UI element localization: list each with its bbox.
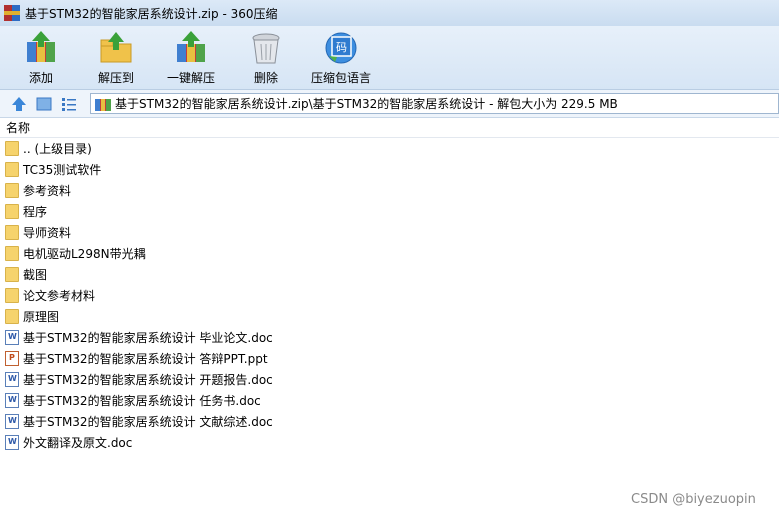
archive-language-label: 压缩包语言 [310, 71, 371, 85]
word-doc-icon [5, 330, 19, 345]
list-item-label: 截图 [23, 268, 48, 282]
list-item-label: 基于STM32的智能家居系统设计 开题报告.doc [23, 373, 273, 387]
file-list: .. (上级目录) TC35测试软件 参考资料 程序 导师资料 电机驱动L298… [0, 138, 779, 453]
list-item[interactable]: 基于STM32的智能家居系统设计 开题报告.doc [0, 369, 779, 390]
watermark: CSDN @biyezuopin [631, 492, 756, 507]
extract-to-label: 解压到 [97, 71, 134, 85]
extract-to-button[interactable]: 解压到 [78, 30, 154, 88]
archive-language-button[interactable]: 码 压缩包语言 [303, 30, 379, 88]
list-item-label: 原理图 [23, 310, 60, 324]
list-item[interactable]: 参考资料 [0, 180, 779, 201]
delete-trash-icon [248, 30, 284, 66]
column-header-name[interactable]: 名称 [0, 118, 779, 138]
list-view-icon[interactable] [61, 96, 77, 112]
address-path-text: 基于STM32的智能家居系统设计.zip\基于STM32的智能家居系统设计 - … [115, 97, 618, 111]
large-icons-view-icon[interactable] [36, 96, 52, 112]
list-item[interactable]: 导师资料 [0, 222, 779, 243]
folder-icon [5, 204, 19, 219]
word-doc-icon [5, 393, 19, 408]
list-item[interactable]: TC35测试软件 [0, 159, 779, 180]
toolbar: 添加 解压到 一键解压 删除 码 压缩包语言 [0, 26, 779, 90]
extract-to-icon [98, 30, 134, 66]
list-item-label: 导师资料 [23, 226, 72, 240]
svg-text:码: 码 [336, 41, 347, 54]
list-item[interactable]: 截图 [0, 264, 779, 285]
one-click-extract-button[interactable]: 一键解压 [153, 30, 229, 88]
folder-icon [5, 141, 19, 156]
list-item[interactable]: 基于STM32的智能家居系统设计 文献综述.doc [0, 411, 779, 432]
add-label: 添加 [28, 71, 53, 85]
list-item[interactable]: 基于STM32的智能家居系统设计 答辩PPT.ppt [0, 348, 779, 369]
add-button[interactable]: 添加 [3, 30, 79, 88]
delete-label: 删除 [253, 71, 278, 85]
folder-icon [5, 162, 19, 177]
folder-icon [5, 183, 19, 198]
folder-icon [5, 246, 19, 261]
list-item[interactable]: 基于STM32的智能家居系统设计 任务书.doc [0, 390, 779, 411]
window-title: 基于STM32的智能家居系统设计.zip - 360压缩 [25, 6, 278, 21]
folder-icon [5, 225, 19, 240]
list-item[interactable]: 论文参考材料 [0, 285, 779, 306]
one-click-extract-icon [173, 30, 209, 66]
add-archive-icon [23, 30, 59, 66]
list-item-label: 电机驱动L298N带光耦 [23, 247, 146, 261]
list-item-label: 基于STM32的智能家居系统设计 答辩PPT.ppt [23, 352, 268, 366]
address-path-field[interactable]: 基于STM32的智能家居系统设计.zip\基于STM32的智能家居系统设计 - … [90, 93, 779, 114]
list-item[interactable]: 基于STM32的智能家居系统设计 毕业论文.doc [0, 327, 779, 348]
list-item[interactable]: 原理图 [0, 306, 779, 327]
list-item-label: TC35测试软件 [23, 163, 102, 177]
folder-icon [5, 288, 19, 303]
archive-icon [95, 97, 111, 111]
list-item[interactable]: 电机驱动L298N带光耦 [0, 243, 779, 264]
list-item-label: 基于STM32的智能家居系统设计 毕业论文.doc [23, 331, 273, 345]
title-bar: 基于STM32的智能家居系统设计.zip - 360压缩 [0, 0, 779, 26]
list-item[interactable]: 程序 [0, 201, 779, 222]
powerpoint-icon [5, 351, 19, 366]
list-item-label: 基于STM32的智能家居系统设计 文献综述.doc [23, 415, 273, 429]
360-zip-app-icon [4, 5, 20, 21]
list-item-label: 基于STM32的智能家居系统设计 任务书.doc [23, 394, 261, 408]
folder-icon [5, 267, 19, 282]
list-item-parent-directory[interactable]: .. (上级目录) [0, 138, 779, 159]
archive-language-icon: 码 [323, 30, 359, 66]
word-doc-icon [5, 372, 19, 387]
folder-icon [5, 309, 19, 324]
list-item-label: 程序 [23, 205, 48, 219]
list-item-label: 外文翻译及原文.doc [23, 436, 133, 450]
list-item-label: 参考资料 [23, 184, 72, 198]
word-doc-icon [5, 414, 19, 429]
list-item[interactable]: 外文翻译及原文.doc [0, 432, 779, 453]
one-click-extract-label: 一键解压 [166, 71, 215, 85]
column-header-name-label: 名称 [6, 121, 31, 135]
delete-button[interactable]: 删除 [228, 30, 304, 88]
word-doc-icon [5, 435, 19, 450]
address-bar: 基于STM32的智能家居系统设计.zip\基于STM32的智能家居系统设计 - … [0, 90, 779, 118]
list-item-label: .. (上级目录) [23, 142, 92, 156]
up-arrow-icon[interactable] [11, 96, 27, 112]
list-item-label: 论文参考材料 [23, 289, 96, 303]
